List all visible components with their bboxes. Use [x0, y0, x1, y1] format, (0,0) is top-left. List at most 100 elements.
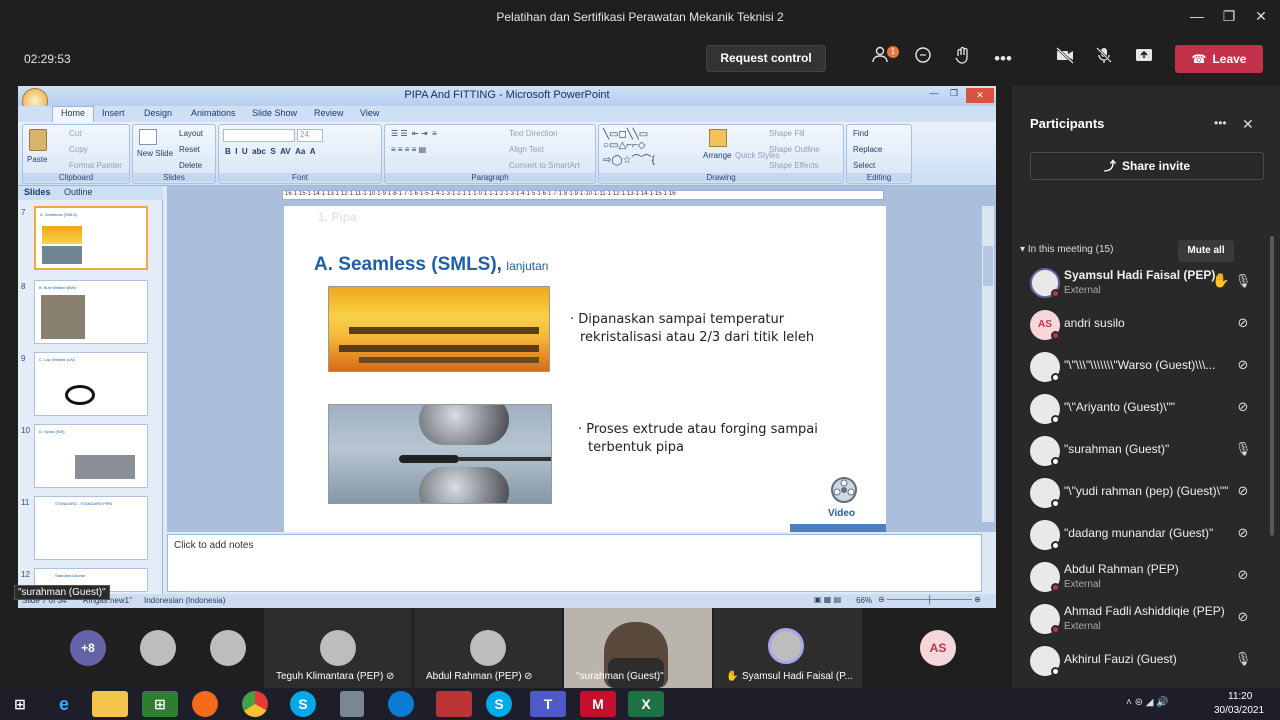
paste-icon[interactable] [29, 129, 47, 151]
minimize-icon[interactable]: — [1184, 6, 1210, 28]
find-button[interactable]: Find [853, 129, 869, 138]
store-icon[interactable]: ⊞ [142, 691, 178, 717]
reactions-icon[interactable] [949, 46, 977, 72]
participant-row[interactable]: "surahman (Guest)" 🎙 [1030, 434, 1270, 472]
new-slide-button[interactable]: New Slide [137, 149, 173, 158]
font-size-box[interactable]: 24 [297, 129, 323, 142]
paste-button[interactable]: Paste [27, 155, 47, 164]
mic-icon[interactable]: 🎙 [1234, 651, 1252, 667]
tab-insert[interactable]: Insert [102, 108, 125, 118]
tab-outline[interactable]: Outline [64, 187, 93, 197]
new-slide-icon[interactable] [139, 129, 157, 145]
video-tile[interactable]: Teguh Klimantara (PEP) ⊘ [264, 608, 412, 688]
convert-smartart-button[interactable]: Convert to SmartArt [509, 161, 580, 170]
in-meeting-toggle[interactable]: ▾ In this meeting (15) [1020, 244, 1113, 255]
mic-off-icon[interactable]: ⊘ [1234, 357, 1252, 373]
participant-row[interactable]: Abdul Rahman (PEP) External ⊘ [1030, 560, 1270, 598]
format-painter-button[interactable]: Format Painter [69, 161, 122, 170]
share-icon[interactable] [1130, 46, 1158, 72]
shape-outline-button[interactable]: Shape Outline [769, 145, 820, 154]
vertical-scrollbar[interactable] [982, 206, 994, 522]
video-tile[interactable]: "surahman (Guest)" [564, 608, 712, 688]
view-buttons[interactable]: ▣ ▦ ▤ [814, 595, 841, 604]
tab-home[interactable]: Home [52, 106, 95, 122]
font-style-icons[interactable]: B I U abc S AV Aa A [225, 147, 316, 156]
mic-off-icon[interactable]: ⊘ [1234, 315, 1252, 331]
shapes-gallery[interactable]: ╲▭◻╲╲▭ ○▭△⌐⌐◇ ⇨◯☆⌒⌒{ [603, 129, 655, 166]
mic-off-icon[interactable]: ⊘ [1234, 609, 1252, 625]
mic-off-icon[interactable]: ⊘ [1234, 483, 1252, 499]
slide-thumbnail[interactable]: STANDARD - STANDARD PIPA [34, 496, 148, 560]
shape-fill-button[interactable]: Shape Fill [769, 129, 805, 138]
layout-button[interactable]: Layout [179, 129, 203, 138]
align-text-button[interactable]: Align Text [509, 145, 544, 154]
delete-button[interactable]: Delete [179, 161, 202, 170]
close-window-icon[interactable]: ✕ [1248, 6, 1274, 28]
tab-design[interactable]: Design [144, 108, 172, 118]
edge-icon[interactable] [388, 691, 414, 717]
mic-off-icon[interactable]: ⊘ [1234, 567, 1252, 583]
shape-effects-button[interactable]: Shape Effects [769, 161, 819, 170]
mic-off-icon[interactable]: ⊘ [1234, 525, 1252, 541]
mic-off-icon[interactable] [1090, 46, 1118, 72]
ppt-close-icon[interactable]: ✕ [966, 88, 994, 103]
arrange-button[interactable]: Arrange [703, 151, 731, 160]
film-reel-icon[interactable] [826, 476, 862, 506]
leave-button[interactable]: ☎ Leave [1175, 45, 1263, 73]
align-icons[interactable]: ≡ ≡ ≡ ≡ ▤ [391, 145, 426, 154]
avatar[interactable] [140, 630, 176, 666]
replace-button[interactable]: Replace [853, 145, 882, 154]
media-icon[interactable] [436, 691, 472, 717]
system-tray-icons[interactable]: ˄ ⊜ ◢ 🔊 [1126, 697, 1169, 708]
share-invite-button[interactable]: ⤴ Share invite [1030, 152, 1264, 180]
more-icon[interactable]: ••• [1214, 116, 1227, 130]
select-button[interactable]: Select [853, 161, 875, 170]
teams-icon[interactable]: T [530, 691, 566, 717]
overflow-participants-button[interactable]: +8 [70, 630, 106, 666]
camera-off-icon[interactable] [1051, 46, 1079, 72]
maximize-icon[interactable]: ❐ [1216, 6, 1242, 28]
chrome-icon[interactable] [242, 691, 268, 717]
clock-time[interactable]: 11:20 [1228, 691, 1252, 702]
copy-button[interactable]: Copy [69, 145, 88, 154]
tab-slides[interactable]: Slides [24, 187, 51, 197]
firefox-icon[interactable] [192, 691, 218, 717]
zoom-slider[interactable]: ⊖ ───────┼─────── ⊕ [878, 595, 981, 604]
slide-thumbnail[interactable]: A. Seamless (SMLS) [34, 206, 148, 270]
ie-icon[interactable]: e [46, 691, 82, 717]
reset-button[interactable]: Reset [179, 145, 200, 154]
participant-row[interactable]: AS andri susilo ⊘ [1030, 308, 1270, 346]
skype-icon[interactable]: S [290, 691, 316, 717]
participant-row[interactable]: Syamsul Hadi Faisal (PEP) External ✋ 🎙 [1030, 266, 1270, 304]
calculator-icon[interactable] [340, 691, 364, 717]
more-icon[interactable]: ••• [989, 46, 1017, 72]
arrange-icon[interactable] [709, 129, 727, 147]
list-icons[interactable]: ☰ ☰ ⇤ ⇥ ≡ [391, 129, 437, 138]
request-control-button[interactable]: Request control [706, 45, 826, 72]
current-slide[interactable]: 1. Pipa A. Seamless (SMLS), lanjutan · D… [284, 206, 886, 532]
excel-icon[interactable]: X [628, 691, 664, 717]
file-explorer-icon[interactable] [92, 691, 128, 717]
video-tile[interactable]: Abdul Rahman (PEP) ⊘ [414, 608, 562, 688]
ppt-minimize-icon[interactable]: — [926, 88, 942, 103]
panel-scrollbar[interactable] [1270, 236, 1274, 536]
text-direction-button[interactable]: Text Direction [509, 129, 557, 138]
skype-icon[interactable]: S [486, 691, 512, 717]
participant-row[interactable]: "\"\\\"\\\\\\\"Warso (Guest)\\\... ⊘ [1030, 350, 1270, 388]
participant-row[interactable]: "\"Ariyanto (Guest)\"" ⊘ [1030, 392, 1270, 430]
mic-icon[interactable]: 🎙 [1234, 441, 1252, 457]
tab-view[interactable]: View [360, 108, 379, 118]
ppt-maximize-icon[interactable]: ❐ [946, 88, 962, 103]
tab-review[interactable]: Review [314, 108, 344, 118]
chat-icon[interactable] [909, 46, 937, 72]
avatar-initials[interactable]: AS [920, 630, 956, 666]
participant-row[interactable]: "dadang munandar (Guest)" ⊘ [1030, 518, 1270, 556]
participant-row[interactable]: Ahmad Fadli Ashiddiqie (PEP) External ⊘ [1030, 602, 1270, 640]
slide-thumbnail[interactable]: B. Butt Welded (BW) [34, 280, 148, 344]
avatar[interactable] [210, 630, 246, 666]
mute-all-button[interactable]: Mute all [1178, 240, 1234, 262]
tab-slide-show[interactable]: Slide Show [252, 108, 297, 118]
mic-off-icon[interactable]: ⊘ [1234, 399, 1252, 415]
video-tile[interactable]: ✋ Syamsul Hadi Faisal (P... [714, 608, 862, 688]
mic-icon[interactable]: 🎙 [1234, 273, 1252, 289]
